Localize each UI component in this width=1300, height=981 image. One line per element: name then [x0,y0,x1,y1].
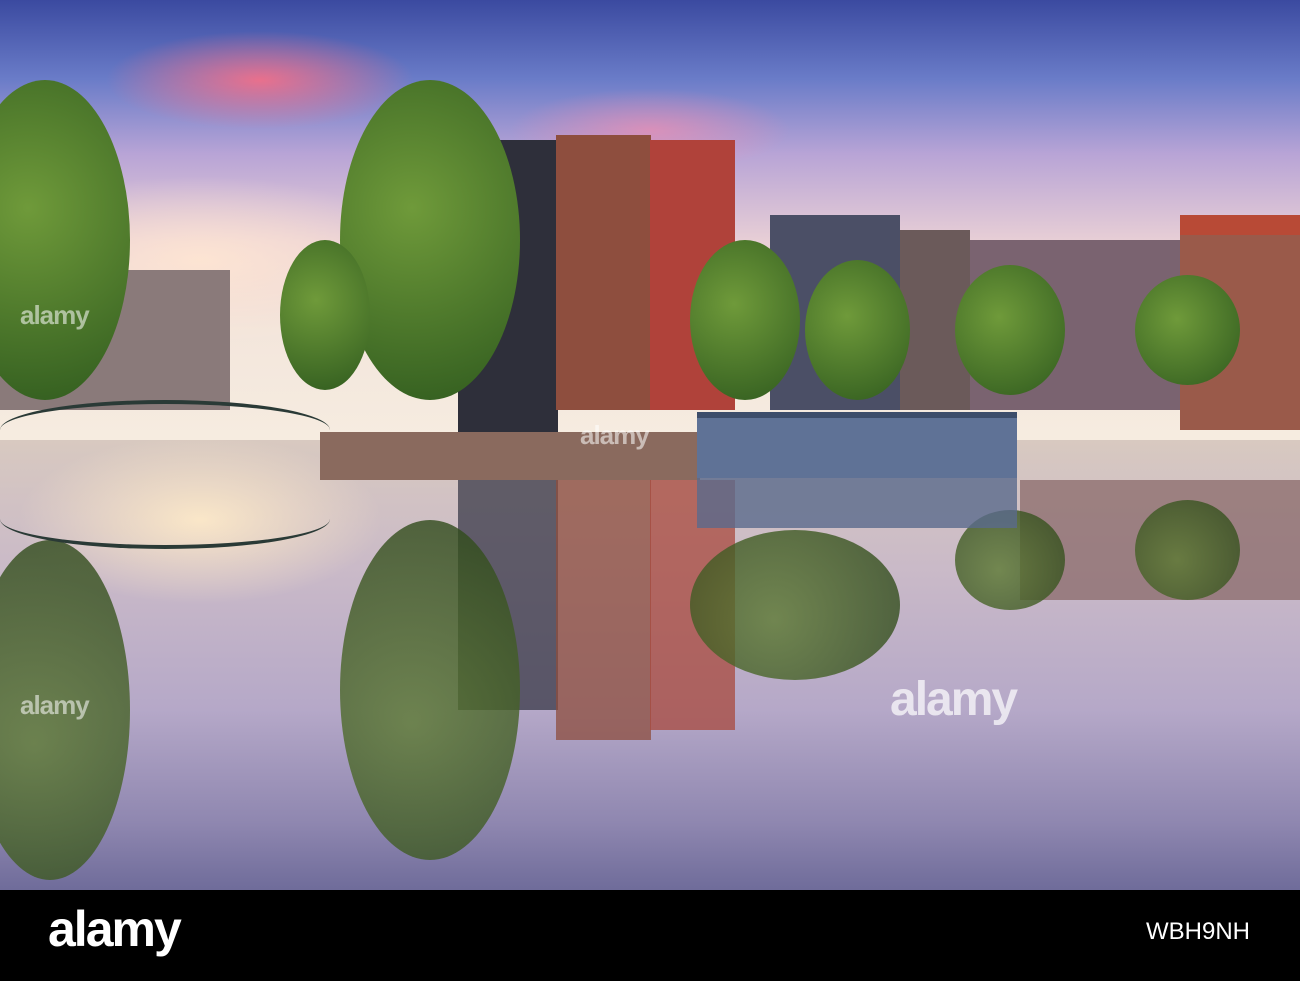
canal-photo: alamy alamy alamy alamy [0,0,1300,890]
watermark: alamy [20,300,90,330]
footer-bar [0,890,1300,981]
tree [955,265,1065,395]
tree [805,260,910,400]
image-id: WBH9NH [1145,918,1250,945]
tree [280,240,370,390]
tree-reflection [340,520,520,860]
watermark: alamy [580,420,650,450]
houseboat [697,412,1017,478]
tree [340,80,520,400]
tree-reflection [1135,500,1240,600]
tree-reflection [690,530,900,680]
houseboat-reflection [697,478,1017,528]
tree [690,240,800,400]
watermark: alamy [20,690,90,720]
building-brick [556,135,651,410]
building-brick-reflection [556,480,651,740]
tree [1135,275,1240,385]
alamy-logo: alamy [48,901,182,957]
watermark-large: alamy [890,673,1018,726]
